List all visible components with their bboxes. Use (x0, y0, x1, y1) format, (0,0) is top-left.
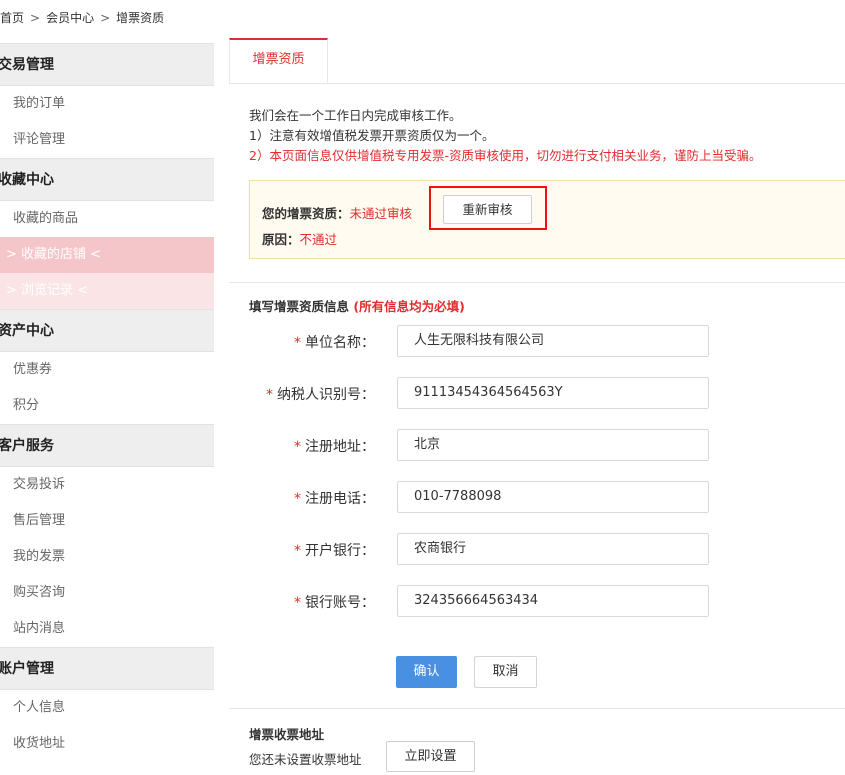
required-star: * (294, 491, 301, 507)
company-name-input[interactable]: 人生无限科技有限公司 (397, 325, 709, 357)
invoice-address-title: 增票收票地址 (249, 727, 325, 742)
sidebar-item-my-invoices[interactable]: 我的发票 (0, 539, 214, 575)
recheck-highlight-box (429, 186, 547, 230)
bank-input[interactable]: 农商银行 (397, 533, 709, 565)
sidebar-item-favorite-stores[interactable]: > 收藏的店铺 < (0, 237, 214, 273)
form-row-registered-address: * 注册地址： 北京 (229, 429, 845, 461)
breadcrumb-current: 增票资质 (116, 11, 165, 25)
qualification-status-box: 您的增票资质：未通过审核 重新审核 原因：不通过 (249, 180, 845, 259)
sidebar-item-trade-complaints[interactable]: 交易投诉 (0, 467, 214, 503)
sidebar-item-after-sales[interactable]: 售后管理 (0, 503, 214, 539)
field-label: * 单位名称： (294, 332, 375, 352)
reason-label: 原因： (262, 232, 300, 247)
sidebar-item-purchase-inquiry[interactable]: 购买咨询 (0, 575, 214, 611)
field-label: * 注册地址： (294, 436, 375, 456)
notice-line-2: 1）注意有效增值税发票开票资质仅为一个。 (249, 128, 495, 143)
sidebar-group-favorites: 收藏中心 (0, 158, 214, 201)
field-label: * 纳税人识别号： (266, 384, 375, 404)
bank-account-input[interactable]: 324356664563434 (397, 585, 709, 617)
set-address-button[interactable]: 立即设置 (386, 741, 475, 772)
reason-value: 不通过 (299, 232, 338, 247)
sidebar-item-coupons[interactable]: 优惠券 (0, 352, 214, 388)
form-row-bank-account: * 银行账号： 324356664563434 (229, 585, 845, 617)
sidebar-item-shipping-address[interactable]: 收货地址 (0, 726, 214, 762)
notice-line-3-warning: 2）本页面信息仅供增值税专用发票-资质审核使用，切勿进行支付相关业务，谨防上当受… (249, 148, 762, 163)
registered-address-input[interactable]: 北京 (397, 429, 709, 461)
status-value: 未通过审核 (349, 206, 413, 221)
tab-bar: 增票资质 (229, 38, 845, 84)
field-label-text: 注册电话： (305, 491, 375, 507)
field-label-text: 注册地址： (305, 439, 375, 455)
sidebar-item-review-management[interactable]: 评论管理 (0, 122, 214, 158)
field-label-text: 银行账号： (305, 595, 375, 611)
required-star: * (294, 439, 301, 455)
cancel-button[interactable]: 取消 (474, 656, 537, 688)
form-row-bank: * 开户银行： 农商银行 (229, 533, 845, 565)
confirm-button[interactable]: 确认 (396, 656, 457, 688)
registered-phone-input[interactable]: 010-7788098 (397, 481, 709, 513)
sidebar-group-customer-service: 客户服务 (0, 424, 214, 467)
required-star: * (294, 595, 301, 611)
reason-line: 原因：不通过 (262, 229, 337, 248)
required-star: * (294, 543, 301, 559)
field-label: * 开户银行： (294, 540, 375, 560)
breadcrumb: 首页 > 会员中心 > 增票资质 (0, 9, 164, 26)
sidebar-item-browse-history[interactable]: > 浏览记录 < (0, 273, 214, 309)
notice-text: 我们会在一个工作日内完成审核工作。 1）注意有效增值税发票开票资质仅为一个。 2… (249, 106, 761, 166)
form-title-text: 填写增票资质信息 (249, 299, 350, 314)
tab-invoice-qualification[interactable]: 增票资质 (229, 38, 328, 83)
required-star: * (266, 387, 273, 403)
breadcrumb-member-center[interactable]: 会员中心 (46, 11, 94, 25)
status-label: 您的增票资质： (262, 206, 350, 221)
breadcrumb-separator: > (100, 11, 111, 25)
sidebar-group-account: 账户管理 (0, 647, 214, 690)
notice-line-1: 我们会在一个工作日内完成审核工作。 (249, 108, 462, 123)
breadcrumb-separator: > (30, 11, 41, 25)
sidebar-item-my-orders[interactable]: 我的订单 (0, 86, 214, 122)
section-divider (229, 708, 845, 709)
field-label: * 注册电话： (294, 488, 375, 508)
invoice-address-status: 您还未设置收票地址 (249, 752, 362, 767)
form-row-company-name: * 单位名称： 人生无限科技有限公司 (229, 325, 845, 357)
sidebar-item-favorite-products[interactable]: 收藏的商品 (0, 201, 214, 237)
field-label-text: 纳税人识别号： (277, 387, 375, 403)
field-label: * 银行账号： (294, 592, 375, 612)
taxpayer-id-input[interactable]: 91113454364564563Y (397, 377, 709, 409)
status-line: 您的增票资质：未通过审核 (262, 203, 412, 222)
field-label-text: 开户银行： (305, 543, 375, 559)
sidebar: 交易管理 我的订单 评论管理 收藏中心 收藏的商品 > 收藏的店铺 < > 浏览… (0, 43, 214, 762)
sidebar-item-site-messages[interactable]: 站内消息 (0, 611, 214, 647)
sidebar-group-trade: 交易管理 (0, 43, 214, 86)
sidebar-group-assets: 资产中心 (0, 309, 214, 352)
form-required-note: (所有信息均为必填) (353, 299, 465, 314)
form-row-taxpayer-id: * 纳税人识别号： 91113454364564563Y (229, 377, 845, 409)
field-label-text: 单位名称： (305, 335, 375, 351)
breadcrumb-home[interactable]: 首页 (0, 11, 24, 25)
section-divider (229, 282, 845, 283)
form-row-registered-phone: * 注册电话： 010-7788098 (229, 481, 845, 513)
sidebar-item-points[interactable]: 积分 (0, 388, 214, 424)
sidebar-item-personal-info[interactable]: 个人信息 (0, 690, 214, 726)
required-star: * (294, 335, 301, 351)
main-content: 增票资质 我们会在一个工作日内完成审核工作。 1）注意有效增值税发票开票资质仅为… (229, 38, 845, 772)
form-title: 填写增票资质信息 (所有信息均为必填) (249, 296, 465, 315)
